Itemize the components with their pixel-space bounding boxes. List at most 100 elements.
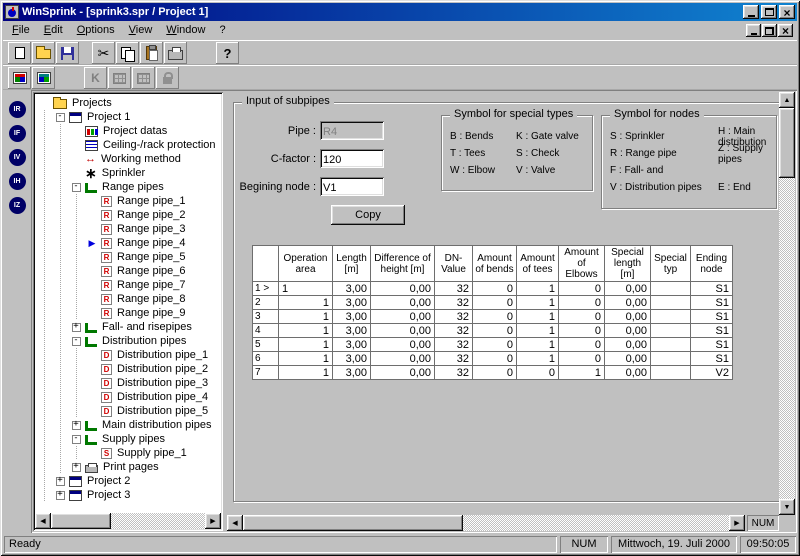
grid-cell[interactable]: 1: [516, 323, 559, 338]
grid-cell[interactable]: 0,00: [604, 337, 651, 352]
tree-item-label[interactable]: Print pages: [101, 461, 161, 473]
tree-item[interactable]: Projects: [36, 96, 221, 110]
grid-cell[interactable]: 1: [516, 309, 559, 324]
grid-cell[interactable]: 3,00: [332, 323, 371, 338]
grid-cell[interactable]: 0,00: [604, 365, 651, 380]
grid-cell[interactable]: S1: [690, 281, 733, 296]
tree-item-label[interactable]: Main distribution pipes: [100, 419, 213, 431]
grid-cell[interactable]: 1: [278, 337, 333, 352]
node-tables-button[interactable]: [32, 67, 55, 89]
grid-cell[interactable]: 0,00: [604, 351, 651, 366]
grid-cell[interactable]: 3,00: [332, 309, 371, 324]
grid-cell[interactable]: 3,00: [332, 351, 371, 366]
tree-expander[interactable]: -: [68, 180, 84, 194]
paste-button[interactable]: [140, 42, 163, 64]
grid-cell[interactable]: 1: [516, 295, 559, 310]
tree-item[interactable]: + Main distribution pipes: [36, 418, 221, 432]
grid-cell[interactable]: 0: [472, 295, 517, 310]
menu-help[interactable]: ?: [212, 22, 232, 39]
grid-cell[interactable]: 0: [472, 309, 517, 324]
tree-item[interactable]: R Range pipe_3: [36, 222, 221, 236]
grid-cell[interactable]: 0,00: [370, 351, 435, 366]
grid-row-header[interactable]: 4: [252, 323, 279, 338]
grid-cell[interactable]: 1: [516, 351, 559, 366]
grid-cell[interactable]: 0: [472, 337, 517, 352]
tree-item-label[interactable]: Supply pipes: [100, 433, 167, 445]
tree-item-label[interactable]: Project 1: [85, 111, 132, 123]
scroll-left-button[interactable]: [35, 513, 51, 529]
grid-cell[interactable]: 32: [434, 295, 473, 310]
tree-item-label[interactable]: Distribution pipe_1: [115, 349, 210, 361]
main-distribution-shortcut-button[interactable]: IH: [5, 170, 29, 192]
scroll-left-button[interactable]: [227, 515, 243, 531]
tree-item[interactable]: - Supply pipes: [36, 432, 221, 446]
grid-cell[interactable]: [650, 351, 691, 366]
menu-edit[interactable]: Edit: [37, 22, 70, 39]
tree-expander[interactable]: +: [68, 460, 84, 474]
grid-row-header[interactable]: 7: [252, 365, 279, 380]
menu-options[interactable]: Options: [70, 22, 122, 39]
grid-cell[interactable]: 3,00: [332, 281, 371, 296]
tree-item[interactable]: + Print pages: [36, 460, 221, 474]
print-button[interactable]: [164, 42, 187, 64]
tree-item-label[interactable]: Ceiling-/rack protection: [101, 139, 218, 151]
grid-cell[interactable]: 0,00: [604, 281, 651, 296]
grid-cell[interactable]: 1: [558, 365, 605, 380]
grid-cell[interactable]: 0: [558, 281, 605, 296]
grid-cell[interactable]: [650, 295, 691, 310]
grid-cell[interactable]: 0: [558, 295, 605, 310]
menu-view[interactable]: View: [122, 22, 160, 39]
grid-cell[interactable]: 0,00: [604, 323, 651, 338]
new-button[interactable]: [8, 42, 31, 64]
tree-item[interactable]: - Distribution pipes: [36, 334, 221, 348]
grid-cell[interactable]: [650, 281, 691, 296]
fall-pipes-shortcut-button[interactable]: IF: [5, 122, 29, 144]
grid-cell[interactable]: S1: [690, 351, 733, 366]
scroll-track[interactable]: [243, 515, 729, 531]
tree-expander[interactable]: +: [68, 320, 84, 334]
grid-cell[interactable]: 0: [558, 337, 605, 352]
tree-item[interactable]: D Distribution pipe_2: [36, 362, 221, 376]
grid-cell[interactable]: 0: [472, 323, 517, 338]
mdi-minimize-button[interactable]: [746, 24, 761, 37]
titlebar[interactable]: WinSprink - [sprink3.spr / Project 1]: [3, 3, 797, 21]
tree-item[interactable]: R Range pipe_1: [36, 194, 221, 208]
tree-item-label[interactable]: Project 2: [85, 475, 132, 487]
scroll-thumb[interactable]: [51, 513, 111, 529]
grid-cell[interactable]: V2: [690, 365, 733, 380]
copy-button[interactable]: [116, 42, 139, 64]
tree-item-label[interactable]: Range pipe_2: [115, 209, 188, 221]
grid-cell[interactable]: 32: [434, 365, 473, 380]
tree-expander[interactable]: -: [52, 110, 68, 124]
grid-cell[interactable]: 0: [472, 351, 517, 366]
grid-cell[interactable]: 0,00: [370, 365, 435, 380]
mdi-close-button[interactable]: [778, 24, 793, 37]
tree-item[interactable]: + Project 3: [36, 488, 221, 502]
tree-item-label[interactable]: Range pipe_7: [115, 279, 188, 291]
tree-item[interactable]: D Distribution pipe_5: [36, 404, 221, 418]
tree-item[interactable]: S Supply pipe_1: [36, 446, 221, 460]
tree-item[interactable]: - Project 1: [36, 110, 221, 124]
tree-item[interactable]: R Range pipe_9: [36, 306, 221, 320]
tree-item[interactable]: R Range pipe_2: [36, 208, 221, 222]
menu-window[interactable]: Window: [159, 22, 212, 39]
tree-item-label[interactable]: Range pipe_6: [115, 265, 188, 277]
grid-cell[interactable]: 32: [434, 323, 473, 338]
grid-cell[interactable]: 0,00: [370, 309, 435, 324]
grid-cell[interactable]: 3,00: [332, 365, 371, 380]
close-button[interactable]: [779, 5, 795, 19]
tree-item[interactable]: + Project 2: [36, 474, 221, 488]
tree-item-label[interactable]: Range pipe_4: [115, 237, 188, 249]
grid-cell[interactable]: 1: [516, 337, 559, 352]
range-pipes-shortcut-button[interactable]: IR: [5, 98, 29, 120]
grid-row-header[interactable]: 6: [252, 351, 279, 366]
tree-item-label[interactable]: Supply pipe_1: [115, 447, 189, 459]
grid-cell[interactable]: 3,00: [332, 337, 371, 352]
tree-item-label[interactable]: Range pipe_9: [115, 307, 188, 319]
grid-row-header[interactable]: 2: [252, 295, 279, 310]
horizontal-scrollbar[interactable]: [227, 515, 745, 531]
grid-row-header[interactable]: 3: [252, 309, 279, 324]
grid-cell[interactable]: 0: [472, 281, 517, 296]
tree-item[interactable]: R Range pipe_7: [36, 278, 221, 292]
grid-row-header[interactable]: 1 >: [252, 281, 279, 296]
